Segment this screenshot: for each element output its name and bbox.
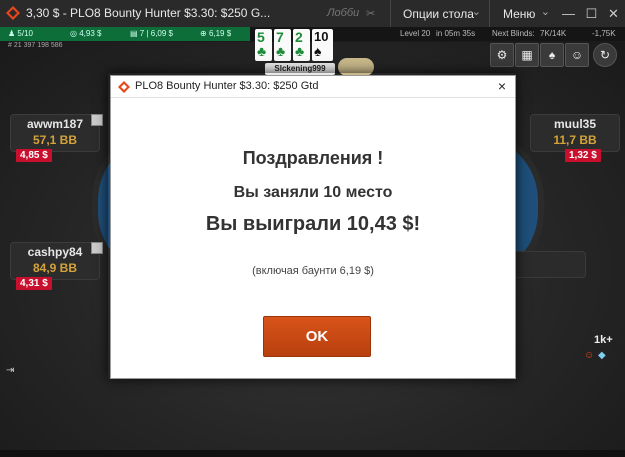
partypoker-logo-icon [118,81,130,93]
player-note-icon[interactable] [91,242,103,254]
lobby-icon: ✂ [366,8,376,20]
cards-icon[interactable]: ♠ [540,43,564,67]
menu-label: Меню [503,7,536,21]
player-name: cashpy84 [27,245,83,259]
bounty-badge: 1,32 $ [565,149,601,162]
player-note-icon[interactable] [91,114,103,126]
partypoker-logo-icon [6,6,20,20]
chevron-down-icon: ⌄ [540,6,550,18]
bounty-badge: 4,85 $ [16,149,52,162]
chips-icon: ◎ [70,29,80,38]
next-blinds-value: 7K/14K [540,29,567,38]
congratulations-heading: Поздравления ! [242,148,384,168]
window-title: 3,30 $ - PLO8 Bounty Hunter $3.30: $250 … [26,6,271,20]
card-suit-icon: ♠ [314,43,322,59]
minimize-button[interactable]: — [557,0,580,27]
lobby-button[interactable]: Лобби [327,7,359,19]
card-suit-icon: ♣ [276,43,286,59]
player-stack: 57,1 BB [32,133,78,147]
chips-info-3: ⊕ 6,19 $ [200,29,231,38]
player-name: muul35 [553,117,596,131]
replay-icon[interactable]: ↻ [593,43,617,67]
card-suit-icon: ♣ [295,43,305,59]
bounty-badge: 4,31 $ [16,277,52,290]
chips-info-3-text: 6,19 $ [208,29,232,38]
blind-delta: -1,75K [592,29,616,38]
place-text: Вы заняли 10 место [233,184,393,201]
hand-id: # 21 397 198 586 [8,42,63,49]
level-time: in 05m 35s [436,29,476,38]
players-icon: ♟ [8,29,18,38]
stack-icon: ▤ [130,29,140,38]
chips-info-1-text: 4,93 $ [79,29,102,38]
chips-info-2-text: 7 | 6,09 $ [139,29,173,38]
level-text: Level 20 [400,29,431,38]
players-count-text: 5/10 [17,29,33,38]
player-stack: 84,9 BB [32,261,78,275]
person-icon[interactable]: ☺ [565,43,589,67]
winnings-text: Вы выиграли 10,43 $! [205,213,421,235]
player-seat-left-top[interactable]: awwm187 57,1 BB [10,114,100,152]
exit-icon[interactable]: ⇥ [6,365,14,376]
board-card: 10 ♠ [312,29,333,61]
card-suit-icon: ♣ [257,43,267,59]
card-rank: 10 [314,29,329,44]
player-seat-left-mid[interactable]: cashpy84 84,9 BB [10,242,100,280]
chips-info-1: ◎ 4,93 $ [70,29,101,38]
emoji-icon[interactable]: ☺ [584,350,594,361]
player-stack: 11,7 BB [553,133,597,147]
next-blinds-label: Next Blinds: [492,29,535,38]
dialog-title: PLO8 Bounty Hunter $3.30: $250 Gtd [135,80,319,92]
table-options-label: Опции стола [403,7,474,21]
ok-button[interactable]: OK [263,316,371,357]
table-options-dropdown[interactable]: Опции стола ⌄ [390,0,489,27]
chevron-down-icon: ⌄ [471,6,481,18]
player-count-badge: 1k+ [594,334,613,346]
congratulations-dialog: PLO8 Bounty Hunter $3.30: $250 Gtd × Поз… [110,75,516,379]
chips-info-2: ▤ 7 | 6,09 $ [130,29,173,38]
player-name: awwm187 [26,117,84,131]
board-card: 2 ♣ [293,29,310,61]
bottom-strip [0,450,625,457]
diamond-icon[interactable]: ◆ [598,350,606,361]
dialog-close-button[interactable]: × [492,76,512,97]
dealer-chip-icon[interactable]: ⚙ [490,43,514,67]
slot-icon[interactable]: ▦ [515,43,539,67]
target-icon: ⊕ [200,29,209,38]
maximize-button[interactable]: ☐ [580,0,603,27]
board-card: 5 ♣ [255,29,272,61]
bounty-note: (включая баунти 6,19 $) [252,265,374,277]
close-window-button[interactable]: ✕ [602,0,625,27]
players-count: ♟ 5/10 [8,29,33,38]
player-seat-right-top[interactable]: muul35 11,7 BB [530,114,620,152]
menu-dropdown[interactable]: Меню ⌄ [489,0,556,27]
board-card: 7 ♣ [274,29,291,61]
